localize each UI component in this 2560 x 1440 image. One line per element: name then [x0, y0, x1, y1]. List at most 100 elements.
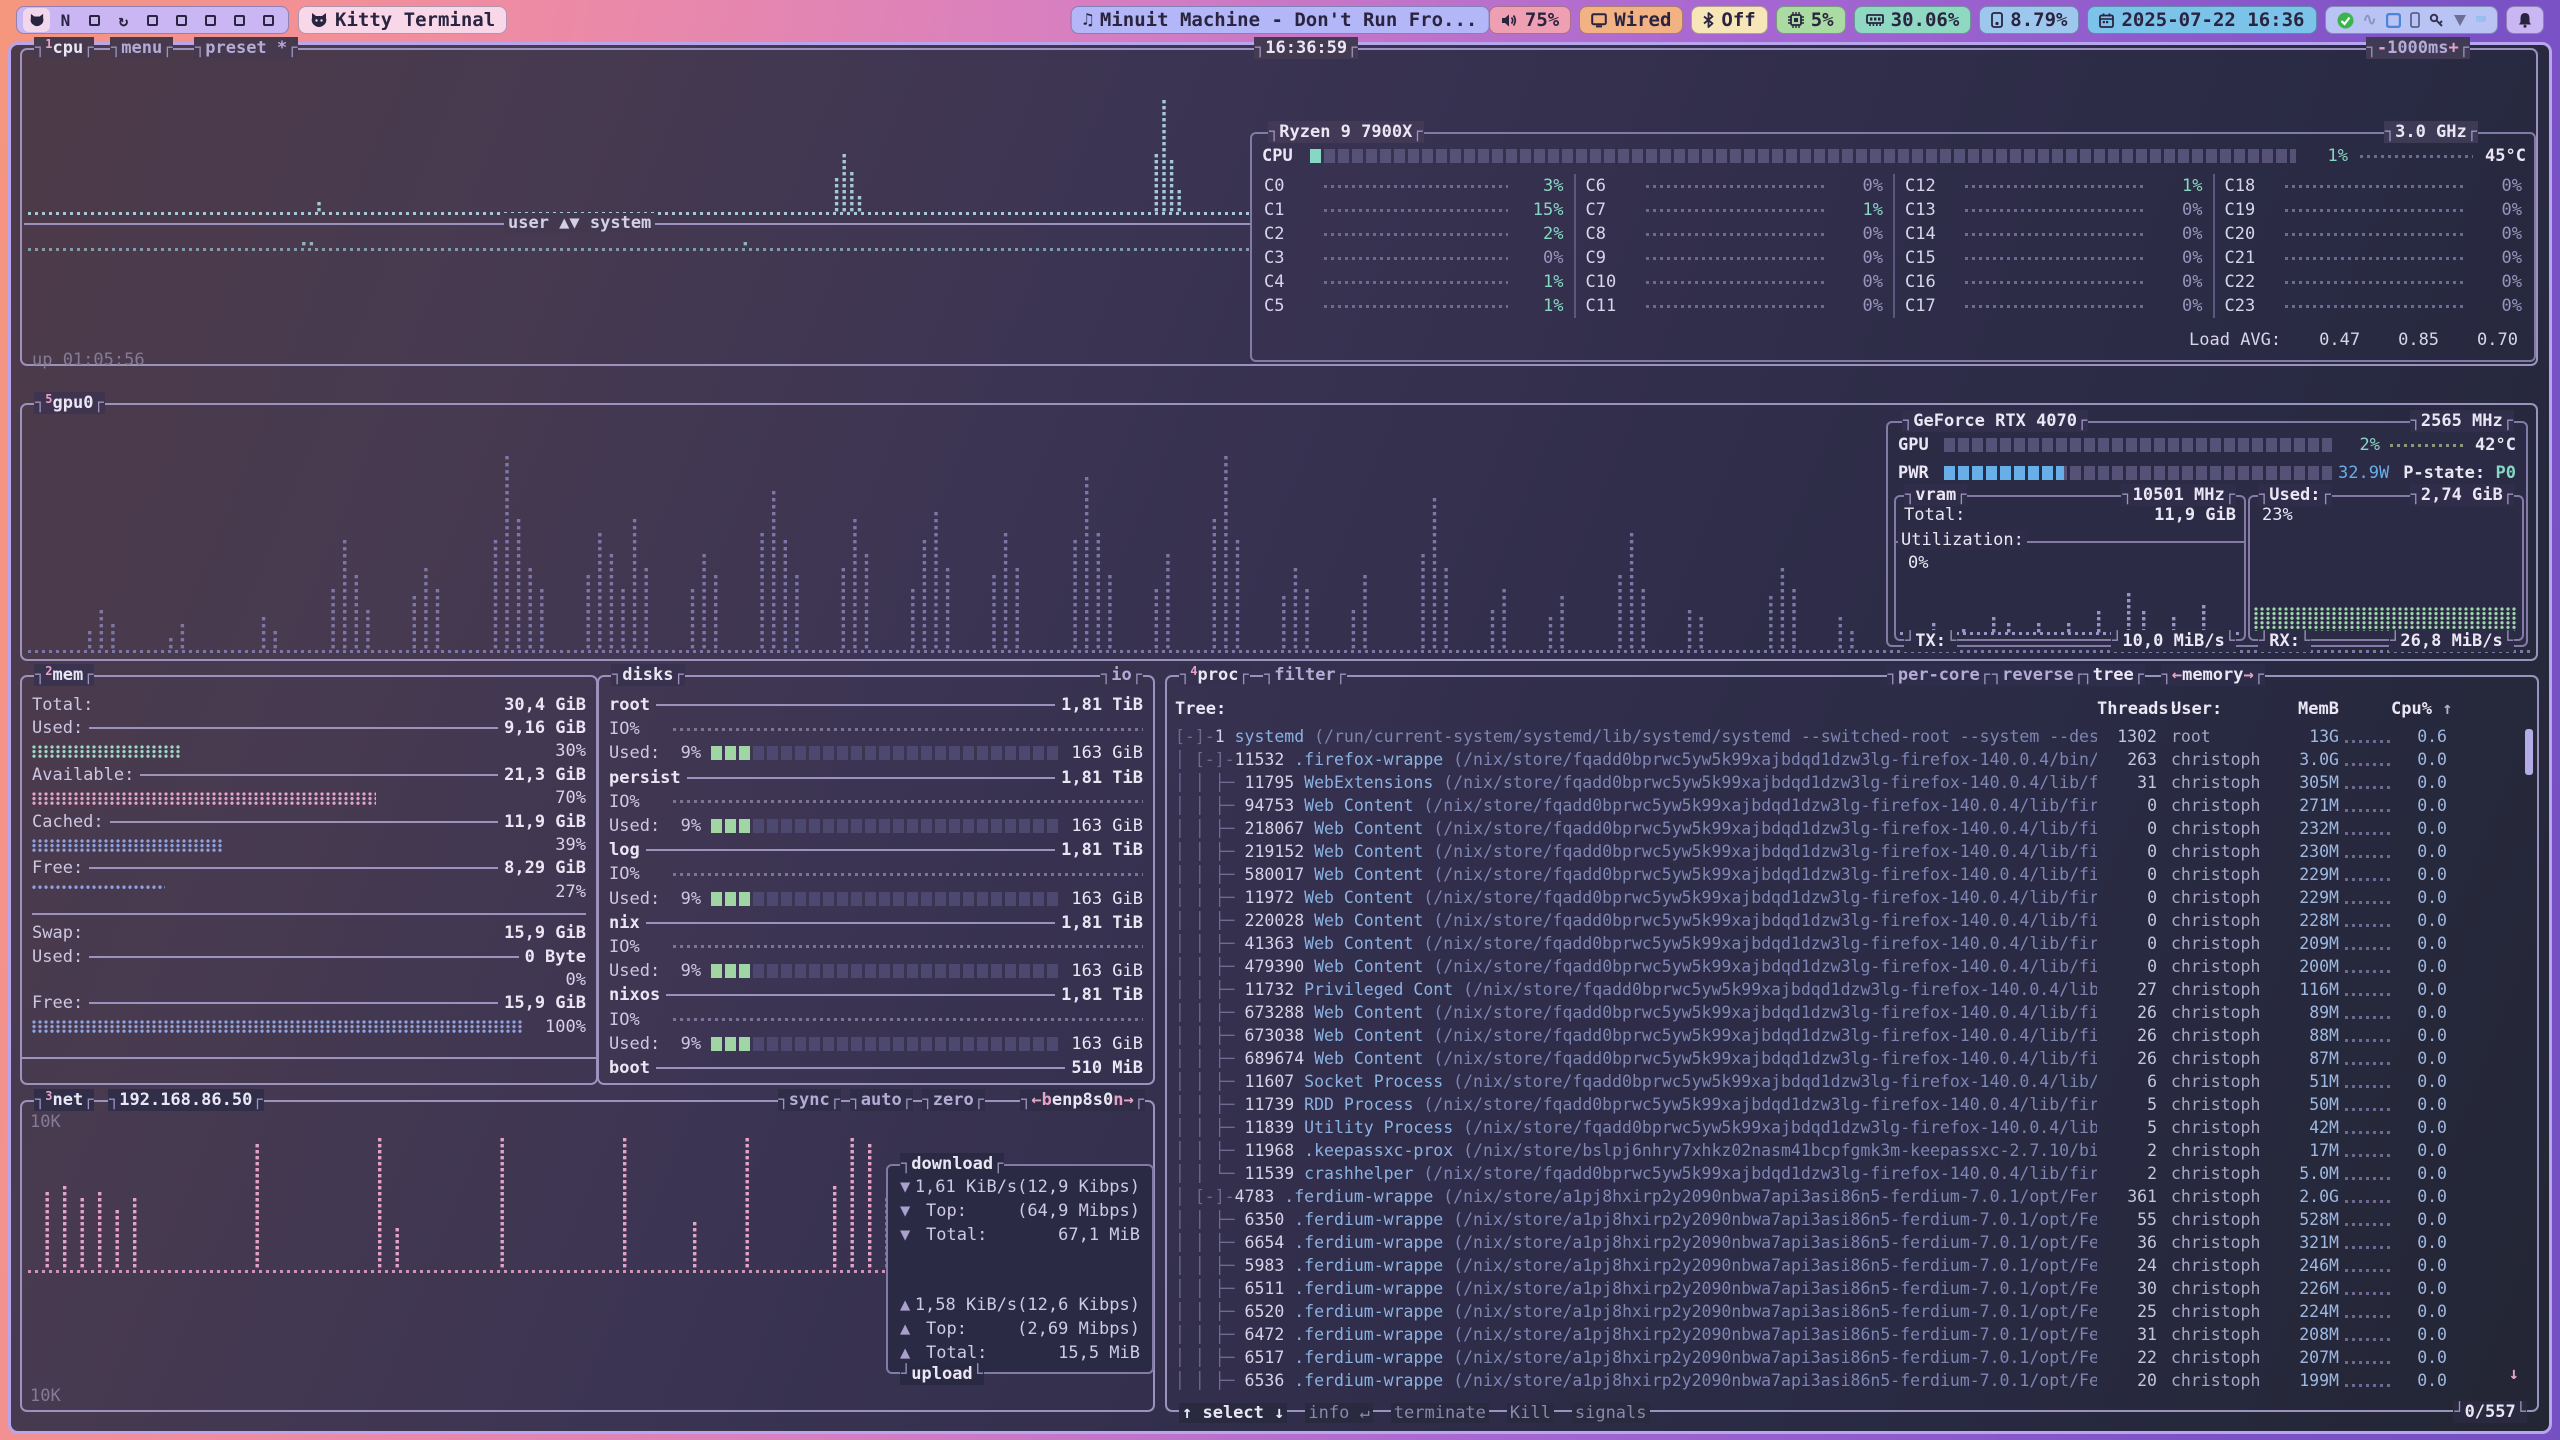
process-row-11607[interactable]: │ │ ├─ 11607 Socket Process (/nix/store/…: [1175, 1070, 2531, 1093]
network-value: Wired: [1614, 9, 1671, 31]
cpu-panel: 1cpu menu preset * 16:36:59 -1000ms+ use…: [20, 48, 2538, 366]
cpu-widget[interactable]: 5%: [1776, 6, 1846, 34]
menu-button[interactable]: menu: [110, 37, 173, 59]
workspace-1-cat-icon[interactable]: [23, 8, 50, 32]
window-title-chip[interactable]: Kitty Terminal: [298, 6, 507, 34]
process-table-header: Tree: Threads: User: MemB Cpu% ↑: [1175, 699, 2531, 719]
process-row-479390[interactable]: │ │ ├─ 479390 Web Content (/nix/store/fq…: [1175, 955, 2531, 978]
notifications-widget[interactable]: [2506, 6, 2544, 34]
select-action[interactable]: ↑ select ↓: [1179, 1403, 1287, 1423]
preset-button[interactable]: preset *: [194, 37, 298, 59]
process-row-11532[interactable]: │ [-]-11532 .firefox-wrappe (/nix/store/…: [1175, 748, 2531, 771]
process-row-1[interactable]: [-]-1 systemd (/run/current-system/syste…: [1175, 725, 2531, 748]
music-widget[interactable]: ♫ Minuit Machine - Don't Run Fro...: [1071, 6, 1490, 34]
threads-column-header[interactable]: Threads:: [2097, 699, 2157, 719]
disk-nixos: nixos1,81 TiB: [609, 983, 1143, 1007]
ethernet-icon: [1591, 13, 1607, 28]
interval-increase[interactable]: +: [2449, 38, 2459, 58]
disk-used-row: Used: 9%163 GiB: [609, 1032, 1143, 1056]
process-row-11539[interactable]: │ │ └─ 11539 crashhelper (/nix/store/fqa…: [1175, 1162, 2531, 1185]
disk-widget[interactable]: 8.79%: [1979, 6, 2079, 34]
disk-io-row: IO%: [609, 717, 1143, 741]
core-c10: C100%: [1574, 270, 1894, 294]
process-row-220028[interactable]: │ │ ├─ 220028 Web Content (/nix/store/fq…: [1175, 909, 2531, 932]
process-row-6520[interactable]: │ │ ├─ 6520 .ferdium-wrappe (/nix/store/…: [1175, 1300, 2531, 1323]
process-row-11795[interactable]: │ │ ├─ 11795 WebExtensions (/nix/store/f…: [1175, 771, 2531, 794]
cpu-model: Ryzen 9 7900X: [1268, 121, 1424, 143]
core-c11: C110%: [1574, 294, 1894, 318]
sync-tab[interactable]: sync: [778, 1089, 841, 1111]
tree-tab[interactable]: tree: [2082, 664, 2145, 686]
next-sort-button[interactable]: →: [2244, 665, 2254, 685]
workspace-switcher[interactable]: N↻: [16, 6, 289, 34]
reverse-tab[interactable]: reverse: [1991, 664, 2085, 686]
process-row-6472[interactable]: │ │ ├─ 6472 .ferdium-wrappe (/nix/store/…: [1175, 1323, 2531, 1346]
user-column-header[interactable]: User:: [2157, 699, 2275, 719]
gpu-model: GeForce RTX 4070: [1902, 410, 2088, 432]
process-row-11732[interactable]: │ │ ├─ 11732 Privileged Cont (/nix/store…: [1175, 978, 2531, 1001]
tx-value: 10,0 MiB/s: [2111, 630, 2236, 652]
memory-row: 0%: [32, 968, 586, 991]
gpu-panel-title[interactable]: 5gpu0: [34, 392, 105, 414]
process-row-6511[interactable]: │ │ ├─ 6511 .ferdium-wrappe (/nix/store/…: [1175, 1277, 2531, 1300]
workspace-5-square-icon[interactable]: [139, 8, 166, 32]
process-row-6350[interactable]: │ │ ├─ 6350 .ferdium-wrappe (/nix/store/…: [1175, 1208, 2531, 1231]
cpu-panel-title[interactable]: 1cpu: [34, 37, 94, 59]
process-row-41363[interactable]: │ │ ├─ 41363 Web Content (/nix/store/fqa…: [1175, 932, 2531, 955]
prev-sort-button[interactable]: ←: [2172, 665, 2182, 685]
process-row-11972[interactable]: │ │ ├─ 11972 Web Content (/nix/store/fqa…: [1175, 886, 2531, 909]
memb-column-header[interactable]: MemB: [2275, 699, 2339, 719]
workspace-9-square-icon[interactable]: [255, 8, 282, 32]
process-row-673288[interactable]: │ │ ├─ 673288 Web Content (/nix/store/fq…: [1175, 1001, 2531, 1024]
kill-action[interactable]: Kill: [1507, 1403, 1554, 1423]
info-action[interactable]: info ↵: [1305, 1403, 1372, 1423]
process-row-580017[interactable]: │ │ ├─ 580017 Web Content (/nix/store/fq…: [1175, 863, 2531, 886]
process-row-6654[interactable]: │ │ ├─ 6654 .ferdium-wrappe (/nix/store/…: [1175, 1231, 2531, 1254]
network-stats-box: download ▼1,61 KiB/s(12,9 Kibps) ▼Top:(6…: [886, 1164, 1154, 1374]
filter-button[interactable]: filter: [1263, 664, 1347, 686]
process-row-94753[interactable]: │ │ ├─ 94753 Web Content (/nix/store/fqa…: [1175, 794, 2531, 817]
memory-widget[interactable]: 30.06%: [1854, 6, 1972, 34]
workspace-7-square-icon[interactable]: [197, 8, 224, 32]
process-row-5983[interactable]: │ │ ├─ 5983 .ferdium-wrappe (/nix/store/…: [1175, 1254, 2531, 1277]
process-row-689674[interactable]: │ │ ├─ 689674 Web Content (/nix/store/fq…: [1175, 1047, 2531, 1070]
tray-icons[interactable]: ∿ ⌨: [2325, 6, 2499, 34]
clock-widget[interactable]: 2025-07-22 16:36: [2087, 6, 2316, 34]
vram-box: vram 10501 MHz Total:11,9 GiB Utilizatio…: [1894, 495, 2246, 641]
process-row-673038[interactable]: │ │ ├─ 673038 Web Content (/nix/store/fq…: [1175, 1024, 2531, 1047]
vram-used-label: Used:: [2258, 484, 2332, 506]
process-row-219152[interactable]: │ │ ├─ 219152 Web Content (/nix/store/fq…: [1175, 840, 2531, 863]
interval-decrease[interactable]: -: [2377, 38, 2387, 58]
process-row-11968[interactable]: │ │ ├─ 11968 .keepassxc-prox (/nix/store…: [1175, 1139, 2531, 1162]
cpu-column-header[interactable]: Cpu% ↑: [2391, 699, 2447, 719]
auto-tab[interactable]: auto: [850, 1089, 913, 1111]
network-panel-title[interactable]: 3net: [34, 1089, 94, 1111]
signals-action[interactable]: signals: [1572, 1403, 1650, 1423]
terminate-action[interactable]: terminate: [1391, 1403, 1489, 1423]
memory-panel-title[interactable]: 2mem: [34, 664, 94, 686]
process-scrollbar[interactable]: [2525, 729, 2533, 775]
workspace-3-square-icon[interactable]: [81, 8, 108, 32]
per-core-tab[interactable]: per-core: [1887, 664, 1991, 686]
workspace-8-square-icon[interactable]: [226, 8, 253, 32]
disks-panel-title[interactable]: disks: [611, 664, 685, 686]
bluetooth-value: Off: [1721, 9, 1755, 31]
process-row-218067[interactable]: │ │ ├─ 218067 Web Content (/nix/store/fq…: [1175, 817, 2531, 840]
io-tab[interactable]: io: [1100, 664, 1143, 686]
bluetooth-widget[interactable]: Off: [1691, 6, 1767, 34]
process-panel-title[interactable]: 4proc: [1179, 664, 1250, 686]
workspace-2-nvim-icon[interactable]: N: [52, 8, 79, 32]
process-row-6536[interactable]: │ │ ├─ 6536 .ferdium-wrappe (/nix/store/…: [1175, 1369, 2531, 1392]
scroll-down-indicator[interactable]: ↓: [2509, 1364, 2519, 1384]
prev-interface-button[interactable]: ←b: [1031, 1090, 1051, 1110]
workspace-4-refresh-icon[interactable]: ↻: [110, 8, 137, 32]
process-row-4783[interactable]: │ [-]-4783 .ferdium-wrappe (/nix/store/a…: [1175, 1185, 2531, 1208]
zero-tab[interactable]: zero: [922, 1089, 985, 1111]
process-row-11739[interactable]: │ │ ├─ 11739 RDD Process (/nix/store/fqa…: [1175, 1093, 2531, 1116]
next-interface-button[interactable]: n→: [1113, 1090, 1133, 1110]
workspace-6-square-icon[interactable]: [168, 8, 195, 32]
network-widget[interactable]: Wired: [1579, 6, 1683, 34]
process-row-6517[interactable]: │ │ ├─ 6517 .ferdium-wrappe (/nix/store/…: [1175, 1346, 2531, 1369]
volume-widget[interactable]: 75%: [1489, 6, 1571, 34]
process-row-11839[interactable]: │ │ ├─ 11839 Utility Process (/nix/store…: [1175, 1116, 2531, 1139]
